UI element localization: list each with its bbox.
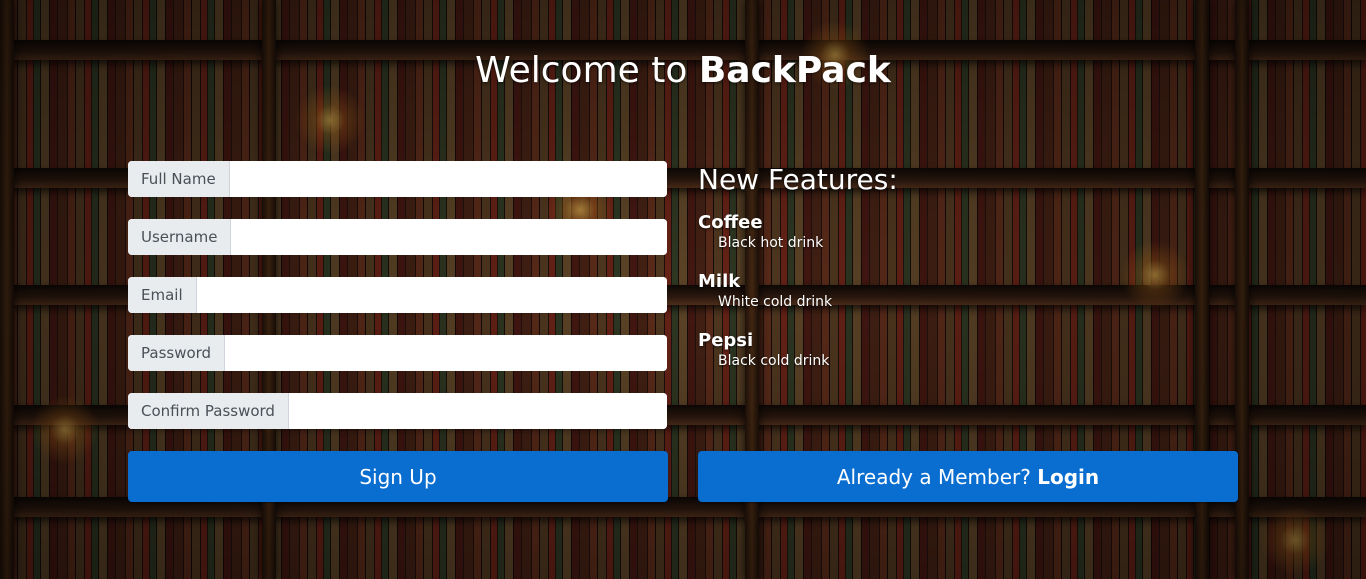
page-title: Welcome to BackPack: [0, 50, 1366, 91]
password-label: Password: [128, 335, 226, 371]
username-input[interactable]: [231, 219, 667, 255]
feature-description: Black cold drink: [718, 353, 830, 369]
title-brand: BackPack: [698, 50, 891, 91]
feature-name: Milk: [698, 271, 741, 292]
email-label: Email: [128, 277, 197, 313]
password-field: Password: [128, 335, 667, 371]
login-button[interactable]: Already a Member? Login: [698, 451, 1238, 502]
confirm-password-field: Confirm Password: [128, 393, 667, 429]
confirm-password-label: Confirm Password: [128, 393, 289, 429]
email-field: Email: [128, 277, 667, 313]
feature-description: Black hot drink: [718, 235, 824, 251]
full-name-field: Full Name: [128, 161, 667, 197]
full-name-input[interactable]: [229, 161, 667, 197]
username-field: Username: [128, 219, 667, 255]
sign-up-button[interactable]: Sign Up: [128, 451, 668, 502]
feature-description: White cold drink: [718, 294, 833, 310]
password-input[interactable]: [225, 335, 667, 371]
full-name-label: Full Name: [128, 161, 230, 197]
title-prefix: Welcome to: [475, 50, 688, 91]
features-heading: New Features:: [698, 163, 898, 196]
login-link-label: Login: [1037, 464, 1100, 489]
feature-name: Pepsi: [698, 330, 754, 351]
login-prefix: Already a Member?: [836, 464, 1031, 489]
confirm-password-input[interactable]: [288, 393, 667, 429]
feature-item-pepsi: Pepsi Black cold drink: [698, 330, 898, 369]
feature-name: Coffee: [698, 212, 763, 233]
signup-form: Full Name Username Email Password Confir…: [128, 161, 667, 451]
feature-item-coffee: Coffee Black hot drink: [698, 212, 898, 251]
feature-item-milk: Milk White cold drink: [698, 271, 898, 310]
username-label: Username: [128, 219, 232, 255]
features-panel: New Features: Coffee Black hot drink Mil…: [698, 163, 898, 389]
email-input[interactable]: [196, 277, 667, 313]
